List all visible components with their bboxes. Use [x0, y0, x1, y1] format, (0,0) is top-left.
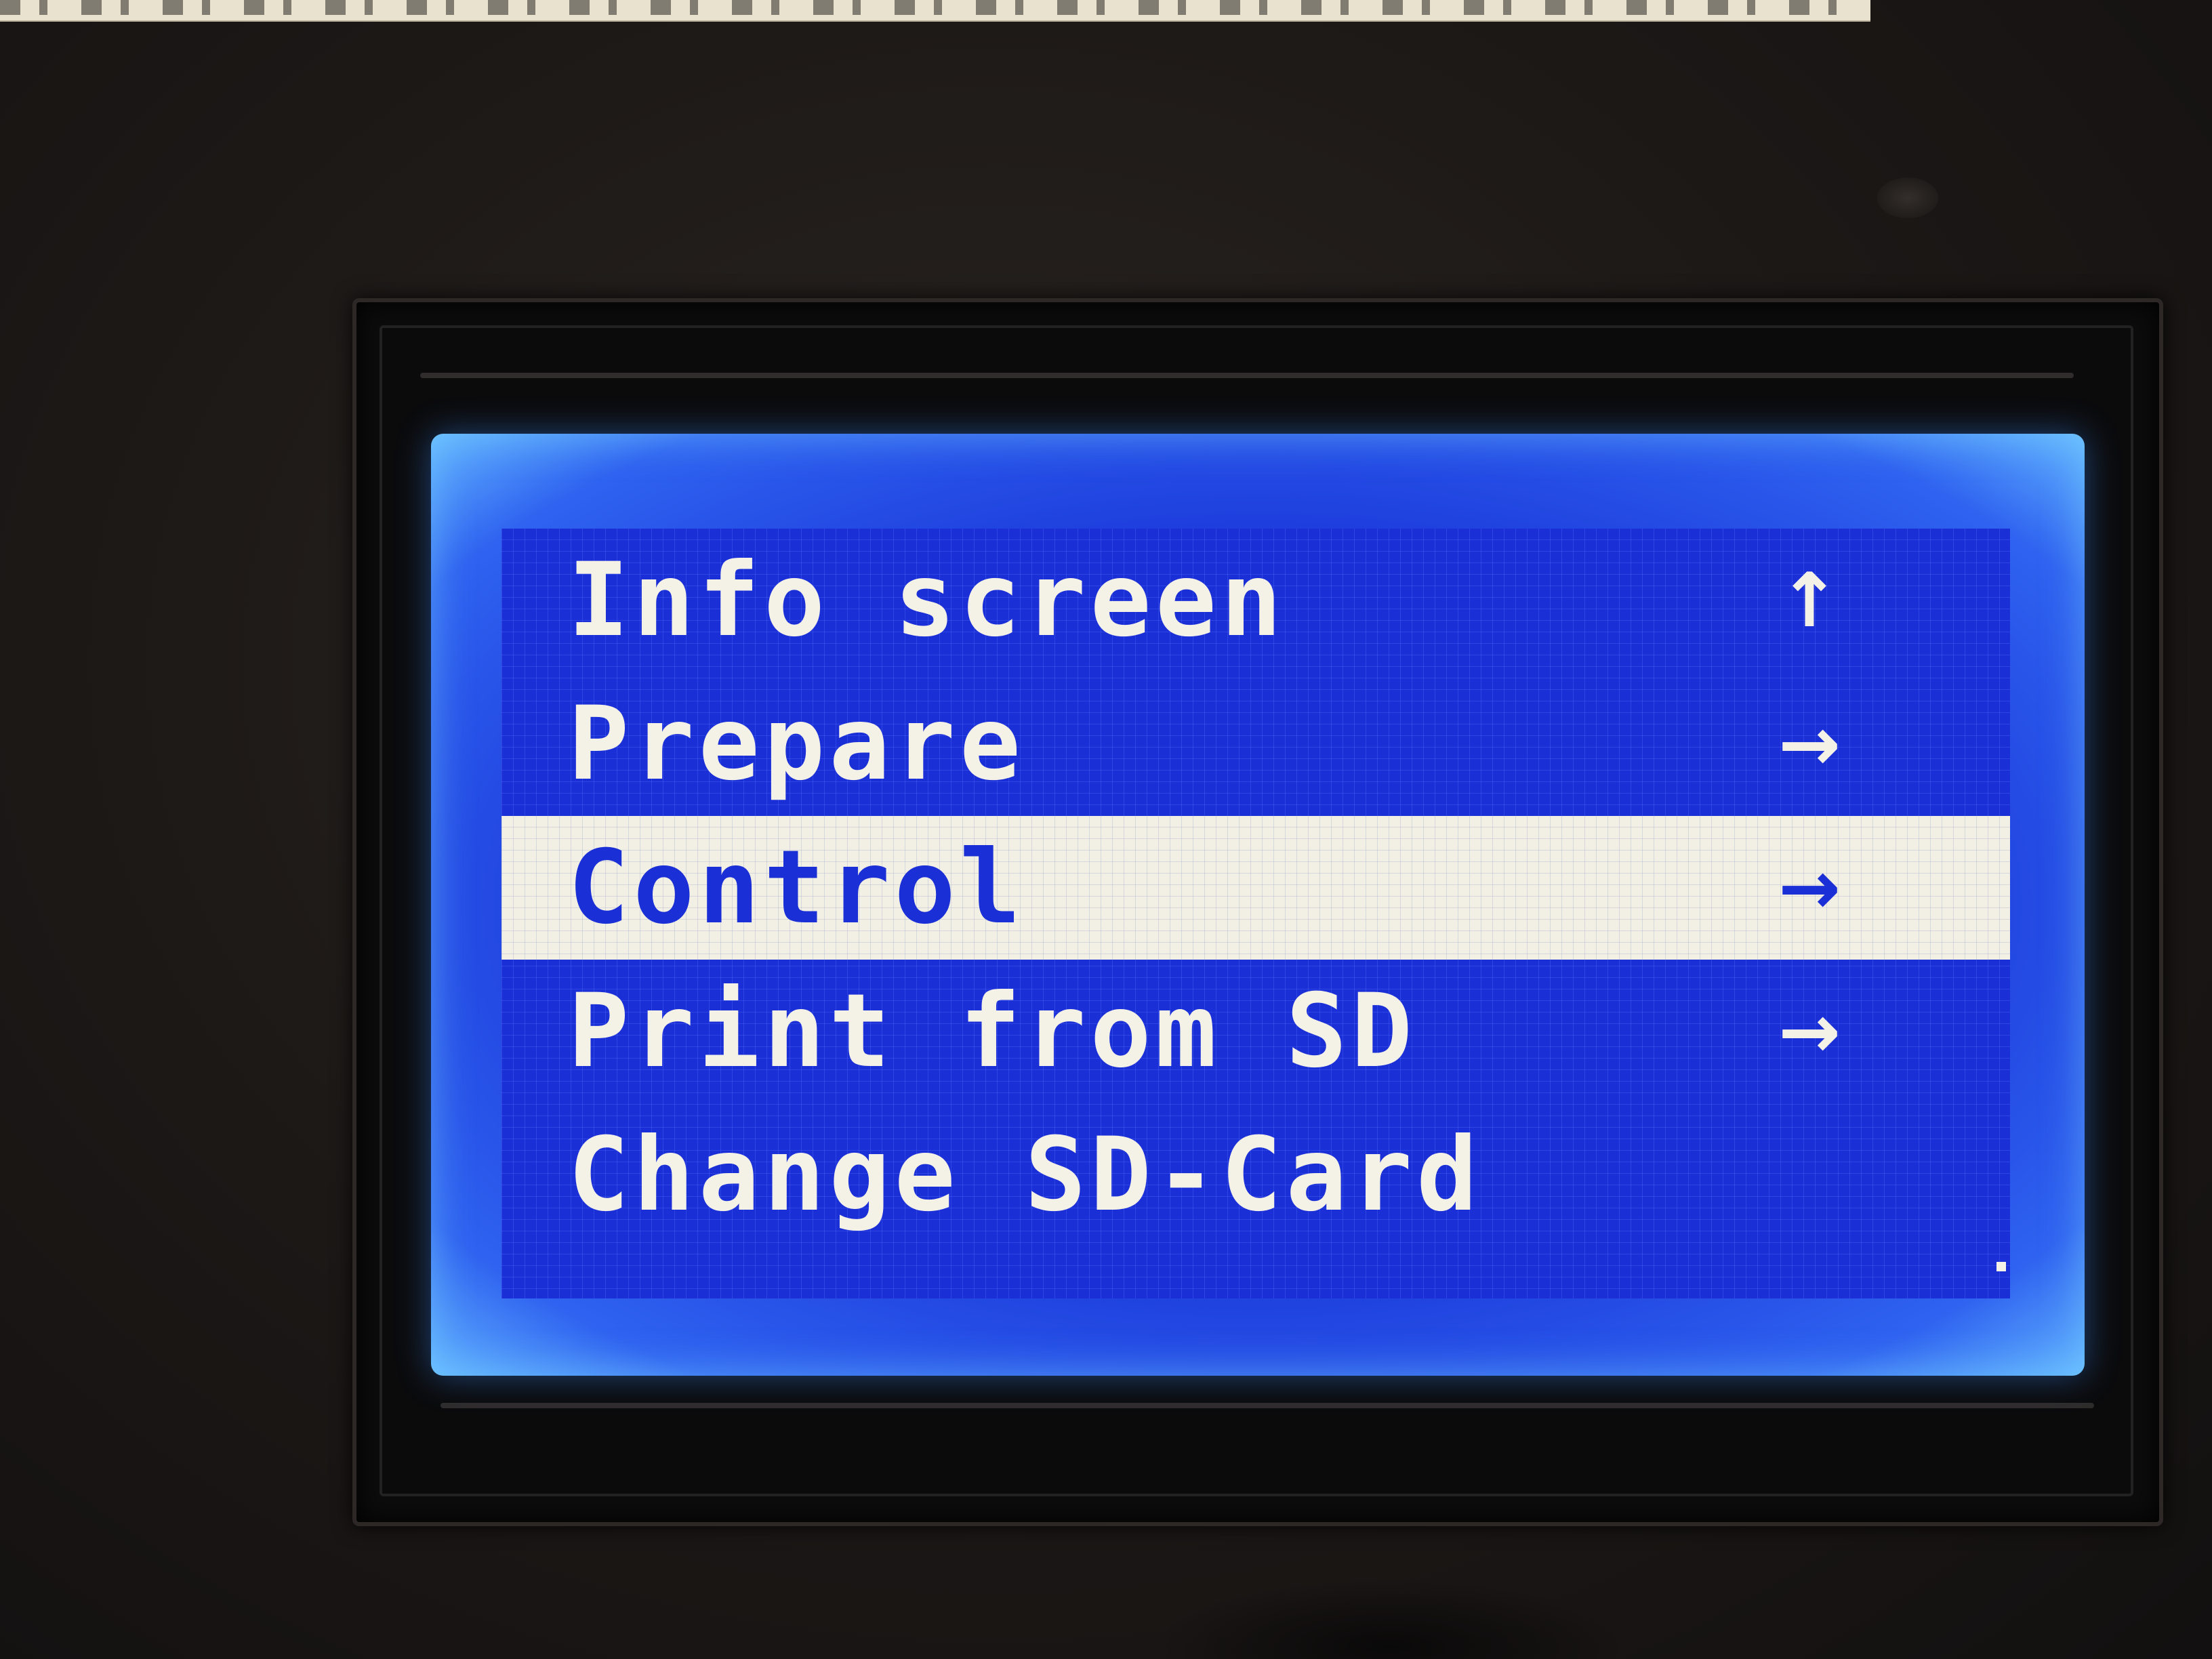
menu-item-print-from-sd[interactable]: Print from SD →: [501, 960, 2010, 1103]
printer-panel-photo: Info screen ↑ Prepare → Control → Print …: [0, 0, 2212, 1659]
lcd-display: Info screen ↑ Prepare → Control → Print …: [501, 529, 2010, 1298]
menu-item-prepare[interactable]: Prepare →: [501, 672, 2010, 816]
sticker-print: [0, 0, 1870, 15]
menu-item-label: Change SD-Card: [568, 1116, 1482, 1234]
knob-shadow: [1152, 1579, 1626, 1659]
bezel-groove-top: [420, 373, 2074, 378]
scroll-indicator: [1996, 1262, 2006, 1271]
menu-item-label: Prepare: [568, 685, 1025, 803]
screw-head: [1877, 178, 1938, 218]
main-menu: Info screen ↑ Prepare → Control → Print …: [501, 529, 2010, 1298]
menu-item-label: Info screen: [568, 541, 1286, 659]
submenu-arrow-icon: →: [1778, 844, 1841, 931]
back-arrow-up-icon: ↑: [1778, 557, 1841, 644]
menu-item-change-sd-card[interactable]: Change SD-Card: [501, 1103, 2010, 1247]
submenu-arrow-icon: →: [1778, 988, 1841, 1075]
menu-item-control[interactable]: Control →: [501, 816, 2010, 960]
menu-item-info-screen[interactable]: Info screen ↑: [501, 529, 2010, 672]
menu-item-label: Print from SD: [568, 972, 1416, 1090]
menu-item-label: Control: [568, 829, 1025, 947]
bezel-groove-bottom: [441, 1403, 2094, 1408]
submenu-arrow-icon: →: [1778, 701, 1841, 787]
label-sticker: [0, 0, 1870, 22]
